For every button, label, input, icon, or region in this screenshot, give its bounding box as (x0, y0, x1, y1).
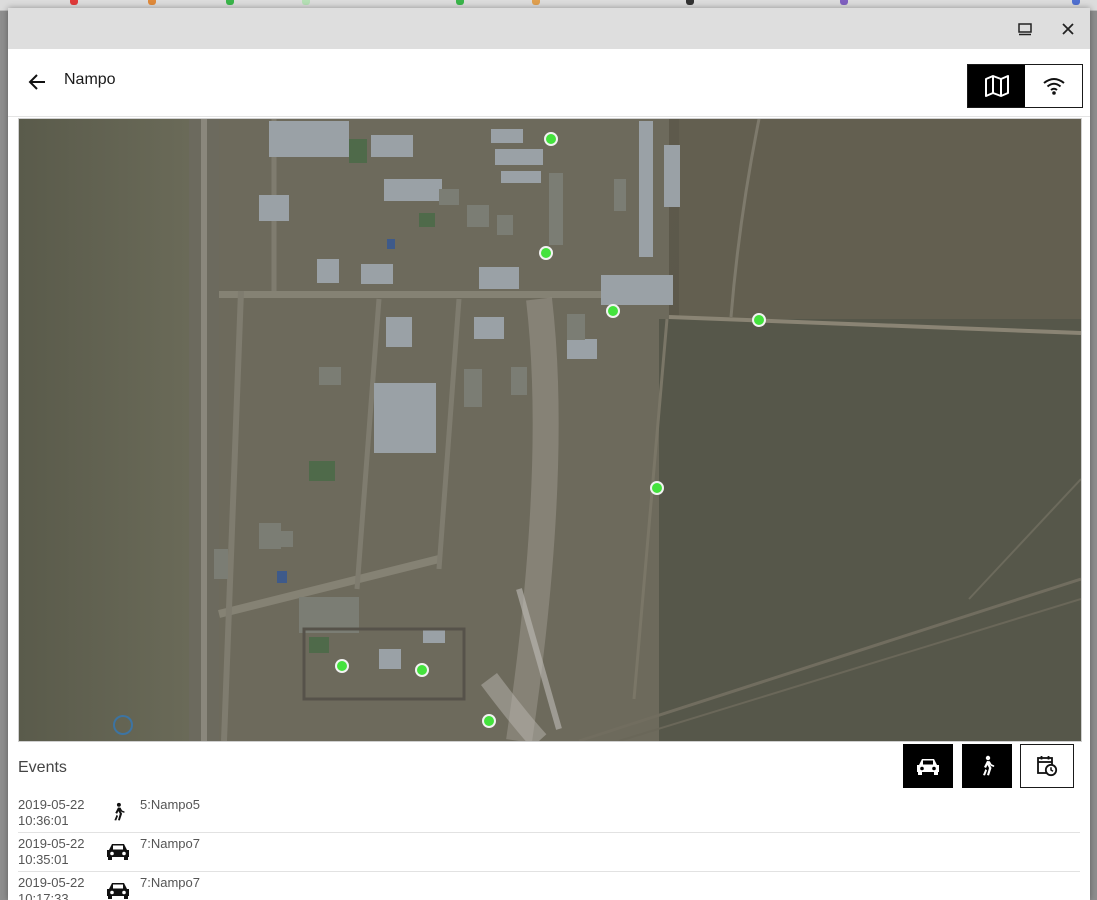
arrow-left-icon (28, 74, 45, 90)
event-source: 5:Nampo5 (140, 797, 200, 812)
event-source: 7:Nampo7 (140, 875, 200, 890)
browser-tab-indicator (70, 0, 78, 5)
event-type (104, 877, 132, 900)
event-source: 7:Nampo7 (140, 836, 200, 851)
car-icon (917, 759, 939, 775)
event-type (104, 838, 132, 864)
event-date: 2019-05-22 (18, 836, 85, 851)
browser-tab-indicator (686, 0, 694, 5)
event-time: 10:17:33 (18, 891, 69, 900)
window-titlebar (8, 8, 1090, 49)
page-title: Nampo (64, 71, 116, 88)
pedestrian-icon (983, 755, 995, 776)
map-marker[interactable] (539, 246, 553, 260)
pedestrian-icon (114, 802, 125, 821)
event-timestamp: 2019-05-22 10:17:33 (18, 875, 85, 900)
map-view-button[interactable] (968, 65, 1025, 107)
browser-tab-indicator (1072, 0, 1080, 5)
event-timestamp: 2019-05-22 10:36:01 (18, 797, 85, 829)
events-heading: Events (18, 759, 67, 776)
back-button[interactable] (22, 67, 52, 97)
map-marker[interactable] (650, 481, 664, 495)
calendar-clock-icon (1037, 756, 1058, 777)
view-toggle-group (967, 64, 1083, 108)
event-time: 10:36:01 (18, 813, 69, 828)
event-row[interactable]: 2019-05-22 10:17:33 7:Nampo7 (18, 872, 1080, 900)
restore-window-icon (1018, 23, 1032, 36)
browser-tab-indicator (840, 0, 848, 5)
browser-tab-indicator (302, 0, 310, 5)
browser-tab-indicator (456, 0, 464, 5)
browser-tab-indicator (148, 0, 156, 5)
map-icon (984, 75, 1009, 97)
event-type (104, 799, 132, 825)
map-marker[interactable] (415, 663, 429, 677)
car-icon (107, 883, 129, 899)
browser-tab-indicator (226, 0, 234, 5)
filter-schedule-button[interactable] (1020, 744, 1074, 788)
page-header: Nampo (8, 50, 1090, 117)
event-time: 10:35:01 (18, 852, 69, 867)
map-marker[interactable] (482, 714, 496, 728)
event-date: 2019-05-22 (18, 875, 85, 890)
filter-vehicle-button[interactable] (903, 744, 953, 788)
restore-button[interactable] (1012, 16, 1038, 42)
app-window: Nampo Events 2019-05-22 10:36:01 5:Nampo… (8, 8, 1090, 900)
event-row[interactable]: 2019-05-22 10:35:01 7:Nampo7 (18, 833, 1080, 872)
event-row[interactable]: 2019-05-22 10:36:01 5:Nampo5 (18, 794, 1080, 833)
map-marker[interactable] (606, 304, 620, 318)
events-list: 2019-05-22 10:36:01 5:Nampo5 2019-05-22 … (18, 794, 1080, 900)
satellite-imagery (19, 119, 1081, 741)
satellite-map[interactable] (18, 118, 1082, 742)
close-window-button[interactable] (1055, 16, 1081, 42)
car-icon (107, 844, 129, 860)
wifi-view-button[interactable] (1025, 65, 1082, 107)
wifi-icon (1042, 78, 1065, 95)
filter-pedestrian-button[interactable] (962, 744, 1012, 788)
map-marker[interactable] (752, 313, 766, 327)
close-icon (1062, 23, 1074, 35)
map-marker[interactable] (335, 659, 349, 673)
browser-tab-indicator (532, 0, 540, 5)
event-timestamp: 2019-05-22 10:35:01 (18, 836, 85, 868)
event-date: 2019-05-22 (18, 797, 85, 812)
map-marker[interactable] (544, 132, 558, 146)
